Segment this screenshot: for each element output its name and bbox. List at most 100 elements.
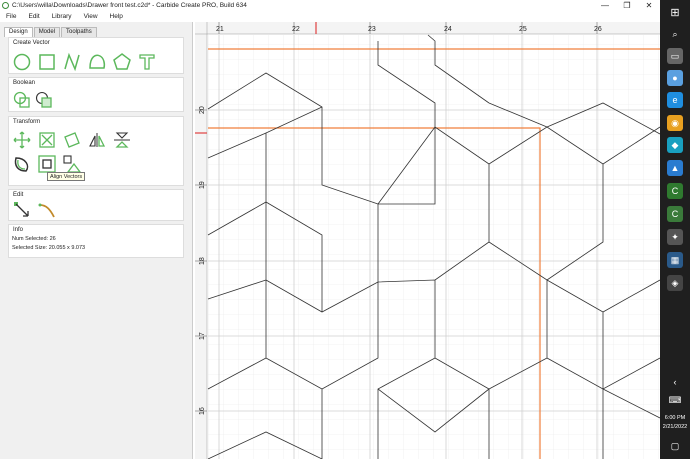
menu-help[interactable]: Help <box>110 13 123 20</box>
clock-time: 6:00 PM <box>664 415 686 421</box>
scale-icon <box>39 132 55 148</box>
num-selected-row: Num Selected: 26 <box>12 236 56 242</box>
minimize-button[interactable]: — <box>594 0 616 11</box>
app-icon-dark[interactable]: ◈ <box>667 275 683 291</box>
num-selected-value: 26 <box>49 236 56 242</box>
align-vectors-tool[interactable] <box>37 154 57 174</box>
menu-file[interactable]: File <box>6 13 16 20</box>
ruler-y-label: 20 <box>199 106 206 114</box>
menu-bar: File Edit Library View Help <box>0 11 660 22</box>
ruler-x-label: 24 <box>444 26 452 33</box>
circle-tool[interactable] <box>12 52 32 72</box>
ruler-x-label: 26 <box>594 26 602 33</box>
windows-start-icon[interactable]: ⊞ <box>667 4 683 20</box>
transform-panel: Transform <box>8 116 184 186</box>
app-icon-teal[interactable]: ◆ <box>667 137 683 153</box>
ruler-y-label: 17 <box>199 332 206 340</box>
flip-icon <box>114 132 130 148</box>
panel-tabs: Design Model Toolpaths <box>4 27 98 37</box>
chevron-up-icon[interactable]: ‹ <box>667 374 683 390</box>
app-icon <box>2 2 9 9</box>
text-icon <box>139 54 155 70</box>
title-bar: C:\Users\willa\Downloads\Drawer front te… <box>0 0 660 11</box>
selected-size-value: 20.055 x 9.073 <box>48 245 86 251</box>
ruler-x-label: 23 <box>368 26 376 33</box>
move-tool[interactable] <box>12 130 32 150</box>
union-icon <box>13 91 30 108</box>
search-icon[interactable]: ⌕ <box>667 26 683 42</box>
polygon-tool[interactable] <box>112 52 132 72</box>
mirror-tool[interactable] <box>87 130 107 150</box>
trim-icon <box>38 203 55 218</box>
notifications-icon[interactable]: ▢ <box>667 438 683 454</box>
keyboard-icon[interactable]: ⌨ <box>667 392 683 408</box>
chrome-icon[interactable]: ◉ <box>667 115 683 131</box>
tab-toolpaths[interactable]: Toolpaths <box>61 27 97 37</box>
num-selected-label: Num Selected: <box>12 236 49 242</box>
rotate-tool[interactable] <box>62 130 82 150</box>
carbide-create-icon[interactable]: C <box>667 183 683 199</box>
window-title: C:\Users\willa\Downloads\Drawer front te… <box>12 2 247 9</box>
taskbar: ⊞ ⌕ ▭ ● e ◉ ◆ ▲ C C ✦ ▦ ◈ ‹ ⌨ 6:00 PM 2/… <box>660 0 690 459</box>
tab-design[interactable]: Design <box>4 27 33 37</box>
create-vector-panel: Create Vector <box>8 37 184 74</box>
trim-tool[interactable] <box>37 200 57 220</box>
polyline-icon <box>64 52 80 72</box>
transform-title: Transform <box>13 119 41 125</box>
move-icon <box>13 131 31 149</box>
align-icon <box>38 155 56 173</box>
rotate-icon <box>64 132 80 148</box>
ruler-y-label: 18 <box>199 257 206 265</box>
polyline-tool[interactable] <box>62 52 82 72</box>
edit-title: Edit <box>13 192 24 198</box>
create-vector-title: Create Vector <box>13 40 50 46</box>
task-view-icon[interactable]: ▭ <box>667 48 683 64</box>
chat-icon[interactable]: ● <box>667 70 683 86</box>
curve-tool[interactable] <box>87 52 107 72</box>
scale-tool[interactable] <box>37 130 57 150</box>
app-icon-navy[interactable]: ▦ <box>667 252 683 268</box>
subtract-tool[interactable] <box>34 90 54 110</box>
ruler-y-label: 19 <box>199 181 206 189</box>
edge-icon[interactable]: e <box>667 92 683 108</box>
boolean-panel: Boolean <box>8 77 184 112</box>
tooltip-align-vectors: Align Vectors <box>47 172 86 181</box>
maximize-button[interactable]: ❐ <box>616 0 638 11</box>
text-tool[interactable] <box>137 52 157 72</box>
design-canvas[interactable]: 21 22 23 24 25 26 20 19 18 17 16 <box>195 22 660 459</box>
union-tool[interactable] <box>12 90 32 110</box>
node-edit-icon <box>14 202 29 217</box>
canvas-drawing: 21 22 23 24 25 26 20 19 18 17 16 <box>195 22 660 459</box>
ruler-x-label: 21 <box>216 26 224 33</box>
mirror-icon <box>89 133 106 147</box>
subtract-icon <box>35 91 52 108</box>
rectangle-icon <box>39 54 55 70</box>
info-title: Info <box>13 227 24 233</box>
app-icon-gray[interactable]: ✦ <box>667 229 683 245</box>
menu-view[interactable]: View <box>84 13 98 20</box>
ruler-y-label: 16 <box>199 407 206 415</box>
close-button[interactable]: ✕ <box>638 0 660 11</box>
clock-date: 2/21/2022 <box>662 424 688 430</box>
node-edit-tool[interactable] <box>12 200 32 220</box>
menu-library[interactable]: Library <box>52 13 72 20</box>
offset-icon <box>14 157 29 172</box>
rectangle-tool[interactable] <box>37 52 57 72</box>
left-panel: Design Model Toolpaths Create Vector Boo… <box>0 22 193 459</box>
offset-tool[interactable] <box>12 154 32 174</box>
selected-size-row: Selected Size: 20.055 x 9.073 <box>12 245 85 251</box>
pentagon-icon <box>113 53 131 70</box>
edit-panel: Edit <box>8 189 184 221</box>
ruler-x-label: 22 <box>292 26 300 33</box>
app-icon-blue[interactable]: ▲ <box>667 160 683 176</box>
tab-model[interactable]: Model <box>33 27 61 37</box>
array-icon <box>63 155 82 173</box>
array-tool[interactable] <box>62 154 82 174</box>
carbide-create-pro-icon[interactable]: C <box>667 206 683 222</box>
menu-edit[interactable]: Edit <box>28 13 39 20</box>
ruler-x-label: 25 <box>519 26 527 33</box>
flip-tool[interactable] <box>112 130 132 150</box>
circle-icon <box>13 53 31 71</box>
selected-size-label: Selected Size: <box>12 245 48 251</box>
window-controls: — ❐ ✕ <box>594 0 660 11</box>
